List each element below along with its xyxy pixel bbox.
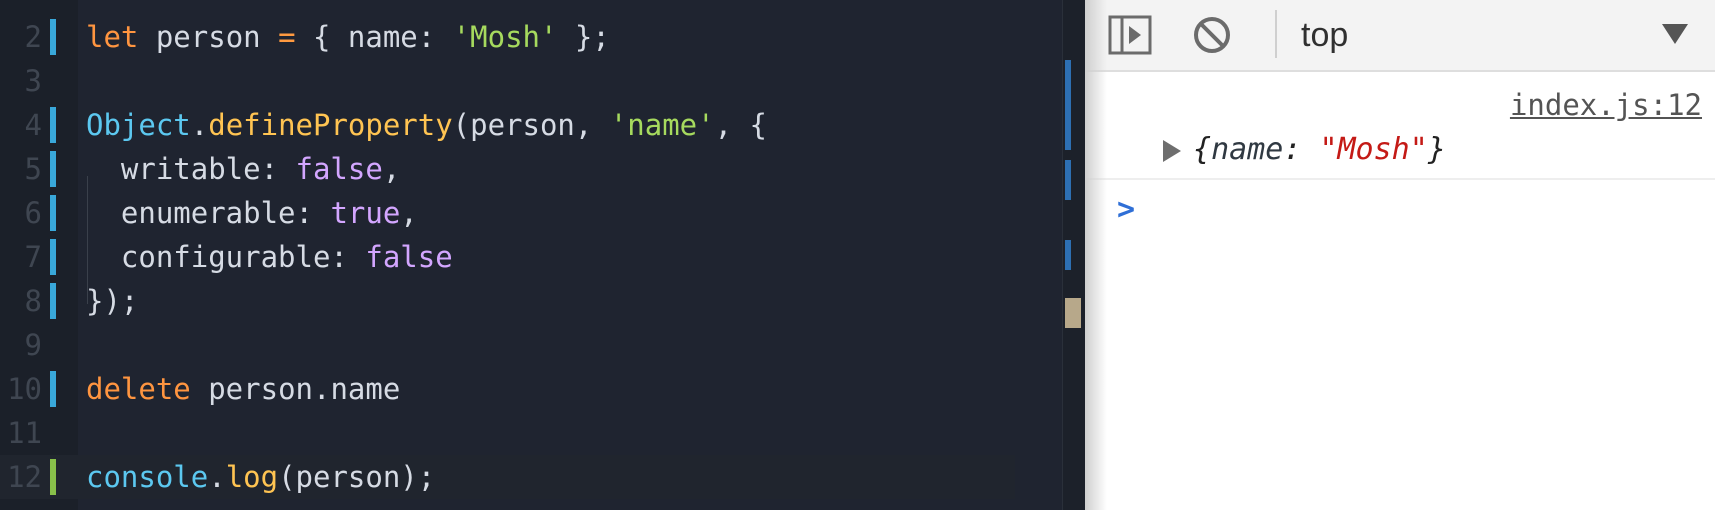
indent-guide <box>87 176 88 304</box>
code-line[interactable]: 10 delete person.name <box>0 367 1015 411</box>
code-text: enumerable: true, <box>86 191 418 235</box>
git-added-marker <box>50 459 56 495</box>
code-line[interactable]: 4 Object.defineProperty(person, 'name', { <box>0 103 1015 147</box>
code-text: configurable: false <box>86 235 453 279</box>
code-token: 'Mosh' <box>452 20 558 54</box>
code-token: log <box>225 460 279 494</box>
code-token: , <box>382 152 401 186</box>
line-number: 11 <box>7 416 42 450</box>
code-text: }); <box>86 279 138 323</box>
overview-ruler-change-marker <box>1065 240 1071 270</box>
code-token: = <box>278 20 296 54</box>
code-text: console.log(person); <box>86 455 435 499</box>
line-number: 12 <box>7 460 42 494</box>
code-token: person <box>138 20 279 54</box>
sidebar-toggle-icon[interactable] <box>1107 12 1153 58</box>
object-open-brace: { <box>1193 132 1212 167</box>
console-toolbar: top <box>1085 0 1715 72</box>
overview-ruler[interactable] <box>1062 0 1085 510</box>
line-number: 9 <box>24 328 42 362</box>
toolbar-divider <box>1275 10 1277 58</box>
code-token: , <box>400 196 418 230</box>
code-line[interactable]: 7 configurable: false <box>0 235 1015 279</box>
overview-ruler-change-marker <box>1065 60 1071 150</box>
code-token: Object <box>86 108 191 142</box>
code-token: }); <box>86 284 139 318</box>
code-token: (person); <box>278 460 436 494</box>
object-value: "Mosh" <box>1319 132 1428 167</box>
prompt-chevron-icon: > <box>1117 192 1136 227</box>
code-token: true <box>330 196 401 230</box>
line-number: 3 <box>24 64 42 98</box>
code-token: person.name <box>190 372 401 406</box>
code-token: }; <box>557 20 610 54</box>
git-modified-marker <box>50 151 56 187</box>
git-modified-marker <box>50 371 56 407</box>
code-line[interactable]: 5 writable: false, <box>0 147 1015 191</box>
code-token: false <box>295 152 383 186</box>
object-key: name <box>1211 132 1284 167</box>
app-window: 2 let person = { name: 'Mosh' }; 3 4 Object.… <box>0 0 1715 510</box>
line-number: 5 <box>24 152 42 186</box>
code-line[interactable]: 9 <box>0 323 1015 367</box>
clear-console-icon[interactable] <box>1189 12 1235 58</box>
code-text: writable: false, <box>86 147 400 191</box>
code-token: (person, <box>452 108 610 142</box>
code-token: defineProperty <box>208 108 453 142</box>
code-line[interactable]: 3 <box>0 59 1015 103</box>
line-number: 7 <box>24 240 42 274</box>
code-token: configurable: <box>86 240 366 274</box>
git-modified-marker <box>50 107 56 143</box>
code-token: , { <box>714 108 767 142</box>
code-text: let person = { name: 'Mosh' }; <box>86 15 610 59</box>
code-text: delete person.name <box>86 367 400 411</box>
code-token: . <box>208 460 226 494</box>
object-close-brace: } <box>1427 132 1446 167</box>
code-token: false <box>365 240 453 274</box>
code-token: . <box>190 108 209 142</box>
source-link[interactable]: index.js:12 <box>1510 88 1702 122</box>
code-line[interactable]: 6 enumerable: true, <box>0 191 1015 235</box>
code-token: enumerable: <box>86 196 331 230</box>
overview-ruler-change-marker <box>1065 160 1071 200</box>
git-modified-marker <box>50 19 56 55</box>
code-editor[interactable]: 2 let person = { name: 'Mosh' }; 3 4 Object.… <box>0 0 1085 510</box>
code-line[interactable]: 2 let person = { name: 'Mosh' }; <box>0 15 1015 59</box>
code-token: 'name' <box>609 108 715 142</box>
code-text: Object.defineProperty(person, 'name', { <box>86 103 767 147</box>
code-token: let <box>86 20 139 54</box>
overview-ruler-cursor-marker <box>1065 298 1081 328</box>
execution-context-selector[interactable]: top <box>1301 12 1348 58</box>
object-colon: : <box>1283 132 1320 167</box>
expand-triangle-icon[interactable] <box>1163 140 1181 162</box>
code-line[interactable]: 8}); <box>0 279 1015 323</box>
code-token: { name: <box>295 20 453 54</box>
panel-edge-shadow <box>1085 0 1107 510</box>
code-token: console <box>86 460 209 494</box>
line-number: 10 <box>7 372 42 406</box>
code-line[interactable]: 11 <box>0 411 1015 455</box>
line-number: 8 <box>24 284 42 318</box>
line-number: 4 <box>24 108 42 142</box>
git-modified-marker <box>50 239 56 275</box>
code-token: writable: <box>86 152 296 186</box>
dropdown-arrow-icon[interactable] <box>1655 16 1695 52</box>
object-preview[interactable]: {name: "Mosh"} <box>1193 130 1446 170</box>
code-line[interactable]: 12 console.log(person); <box>0 455 1015 499</box>
code-token: delete <box>86 372 191 406</box>
console-prompt: > <box>1085 180 1715 240</box>
console-log-message: index.js:12 {name: "Mosh"} <box>1085 70 1715 180</box>
line-number: 2 <box>24 20 42 54</box>
console-input[interactable] <box>1155 190 1675 230</box>
git-modified-marker <box>50 283 56 319</box>
git-modified-marker <box>50 195 56 231</box>
line-number: 6 <box>24 196 42 230</box>
devtools-console-panel: top index.js:12 {name: "Mosh"} > <box>1085 0 1715 510</box>
